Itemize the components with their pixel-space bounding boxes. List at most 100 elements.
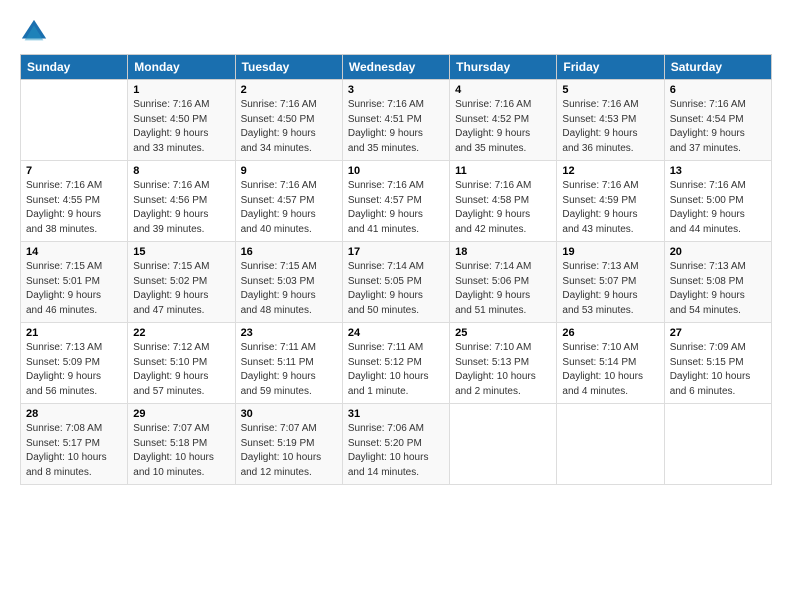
day-number: 16: [241, 246, 337, 258]
calendar-cell: 9 Sunrise: 7:16 AM Sunset: 4:57 PM Daylig…: [235, 161, 342, 242]
calendar-container: SundayMondayTuesdayWednesdayThursdayFrid…: [0, 0, 792, 495]
calendar-cell: 12 Sunrise: 7:16 AM Sunset: 4:59 PM Dayli…: [557, 161, 664, 242]
day-number: 14: [26, 246, 122, 258]
calendar-cell: 3 Sunrise: 7:16 AM Sunset: 4:51 PM Daylig…: [342, 80, 449, 161]
day-number: 21: [26, 327, 122, 339]
day-detail: Sunrise: 7:15 AM Sunset: 5:01 PM Dayligh…: [26, 260, 122, 318]
day-number: 11: [455, 165, 551, 177]
calendar-cell: 17Sunrise: 7:14 AM Sunset: 5:05 PM Dayli…: [342, 242, 449, 323]
day-number: 24: [348, 327, 444, 339]
week-row-3: 14 Sunrise: 7:15 AM Sunset: 5:01 PM Dayli…: [21, 242, 772, 323]
calendar-cell: 16Sunrise: 7:15 AM Sunset: 5:03 PM Dayli…: [235, 242, 342, 323]
day-detail: Sunrise: 7:12 AM Sunset: 5:10 PM Dayligh…: [133, 341, 229, 399]
day-number: 9: [241, 165, 337, 177]
day-number: 20: [670, 246, 766, 258]
calendar-cell: [21, 80, 128, 161]
day-number: 7: [26, 165, 122, 177]
day-number: 30: [241, 408, 337, 420]
day-detail: Sunrise: 7:16 AM Sunset: 4:57 PM Dayligh…: [348, 179, 444, 237]
day-number: 2: [241, 84, 337, 96]
column-header-monday: Monday: [128, 55, 235, 80]
calendar-cell: 10Sunrise: 7:16 AM Sunset: 4:57 PM Dayli…: [342, 161, 449, 242]
calendar-cell: 2Sunrise: 7:16 AM Sunset: 4:50 PM Daylig…: [235, 80, 342, 161]
calendar-cell: 11 Sunrise: 7:16 AM Sunset: 4:58 PM Dayli…: [450, 161, 557, 242]
calendar-cell: 18Sunrise: 7:14 AM Sunset: 5:06 PM Dayli…: [450, 242, 557, 323]
header: [20, 18, 772, 46]
day-number: 22: [133, 327, 229, 339]
week-row-4: 21Sunrise: 7:13 AM Sunset: 5:09 PM Dayli…: [21, 323, 772, 404]
column-header-saturday: Saturday: [664, 55, 771, 80]
day-detail: Sunrise: 7:16 AM Sunset: 4:50 PM Dayligh…: [133, 98, 229, 156]
logo: [20, 18, 52, 46]
day-number: 25: [455, 327, 551, 339]
calendar-cell: [450, 404, 557, 485]
column-header-friday: Friday: [557, 55, 664, 80]
calendar-cell: 23 Sunrise: 7:11 AM Sunset: 5:11 PM Dayli…: [235, 323, 342, 404]
week-row-5: 28Sunrise: 7:08 AM Sunset: 5:17 PM Dayli…: [21, 404, 772, 485]
calendar-cell: [664, 404, 771, 485]
calendar-body: 1Sunrise: 7:16 AM Sunset: 4:50 PM Daylig…: [21, 80, 772, 485]
calendar-cell: 15 Sunrise: 7:15 AM Sunset: 5:02 PM Dayli…: [128, 242, 235, 323]
day-detail: Sunrise: 7:13 AM Sunset: 5:08 PM Dayligh…: [670, 260, 766, 318]
day-number: 6: [670, 84, 766, 96]
day-detail: Sunrise: 7:09 AM Sunset: 5:15 PM Dayligh…: [670, 341, 766, 399]
day-detail: Sunrise: 7:16 AM Sunset: 4:56 PM Dayligh…: [133, 179, 229, 237]
calendar-cell: 25 Sunrise: 7:10 AM Sunset: 5:13 PM Dayli…: [450, 323, 557, 404]
calendar-cell: 20 Sunrise: 7:13 AM Sunset: 5:08 PM Dayli…: [664, 242, 771, 323]
day-detail: Sunrise: 7:16 AM Sunset: 4:55 PM Dayligh…: [26, 179, 122, 237]
day-detail: Sunrise: 7:10 AM Sunset: 5:13 PM Dayligh…: [455, 341, 551, 399]
day-detail: Sunrise: 7:10 AM Sunset: 5:14 PM Dayligh…: [562, 341, 658, 399]
day-number: 18: [455, 246, 551, 258]
calendar-cell: 24 Sunrise: 7:11 AM Sunset: 5:12 PM Dayli…: [342, 323, 449, 404]
calendar-cell: 5 Sunrise: 7:16 AM Sunset: 4:53 PM Daylig…: [557, 80, 664, 161]
day-number: 23: [241, 327, 337, 339]
week-row-1: 1Sunrise: 7:16 AM Sunset: 4:50 PM Daylig…: [21, 80, 772, 161]
day-number: 31: [348, 408, 444, 420]
calendar-cell: 13Sunrise: 7:16 AM Sunset: 5:00 PM Dayli…: [664, 161, 771, 242]
day-detail: Sunrise: 7:16 AM Sunset: 4:53 PM Dayligh…: [562, 98, 658, 156]
column-header-sunday: Sunday: [21, 55, 128, 80]
day-number: 12: [562, 165, 658, 177]
day-number: 29: [133, 408, 229, 420]
calendar-cell: 14 Sunrise: 7:15 AM Sunset: 5:01 PM Dayli…: [21, 242, 128, 323]
day-detail: Sunrise: 7:11 AM Sunset: 5:11 PM Dayligh…: [241, 341, 337, 399]
day-number: 8: [133, 165, 229, 177]
column-header-thursday: Thursday: [450, 55, 557, 80]
week-row-2: 7 Sunrise: 7:16 AM Sunset: 4:55 PM Daylig…: [21, 161, 772, 242]
column-header-tuesday: Tuesday: [235, 55, 342, 80]
calendar-cell: 8 Sunrise: 7:16 AM Sunset: 4:56 PM Daylig…: [128, 161, 235, 242]
calendar-cell: 30 Sunrise: 7:07 AM Sunset: 5:19 PM Dayli…: [235, 404, 342, 485]
calendar-cell: 21Sunrise: 7:13 AM Sunset: 5:09 PM Dayli…: [21, 323, 128, 404]
calendar-cell: 22 Sunrise: 7:12 AM Sunset: 5:10 PM Dayli…: [128, 323, 235, 404]
calendar-cell: 4Sunrise: 7:16 AM Sunset: 4:52 PM Daylig…: [450, 80, 557, 161]
day-detail: Sunrise: 7:06 AM Sunset: 5:20 PM Dayligh…: [348, 422, 444, 480]
day-detail: Sunrise: 7:14 AM Sunset: 5:05 PM Dayligh…: [348, 260, 444, 318]
calendar-cell: 26Sunrise: 7:10 AM Sunset: 5:14 PM Dayli…: [557, 323, 664, 404]
day-detail: Sunrise: 7:07 AM Sunset: 5:19 PM Dayligh…: [241, 422, 337, 480]
day-detail: Sunrise: 7:16 AM Sunset: 4:51 PM Dayligh…: [348, 98, 444, 156]
day-number: 3: [348, 84, 444, 96]
day-detail: Sunrise: 7:15 AM Sunset: 5:02 PM Dayligh…: [133, 260, 229, 318]
day-detail: Sunrise: 7:13 AM Sunset: 5:07 PM Dayligh…: [562, 260, 658, 318]
day-detail: Sunrise: 7:16 AM Sunset: 4:59 PM Dayligh…: [562, 179, 658, 237]
day-number: 15: [133, 246, 229, 258]
calendar-table: SundayMondayTuesdayWednesdayThursdayFrid…: [20, 54, 772, 485]
column-header-wednesday: Wednesday: [342, 55, 449, 80]
day-detail: Sunrise: 7:16 AM Sunset: 4:58 PM Dayligh…: [455, 179, 551, 237]
day-detail: Sunrise: 7:16 AM Sunset: 4:57 PM Dayligh…: [241, 179, 337, 237]
calendar-cell: 19 Sunrise: 7:13 AM Sunset: 5:07 PM Dayli…: [557, 242, 664, 323]
calendar-cell: 31 Sunrise: 7:06 AM Sunset: 5:20 PM Dayli…: [342, 404, 449, 485]
day-number: 5: [562, 84, 658, 96]
day-detail: Sunrise: 7:16 AM Sunset: 4:54 PM Dayligh…: [670, 98, 766, 156]
calendar-cell: 6 Sunrise: 7:16 AM Sunset: 4:54 PM Daylig…: [664, 80, 771, 161]
calendar-cell: 1Sunrise: 7:16 AM Sunset: 4:50 PM Daylig…: [128, 80, 235, 161]
logo-icon: [20, 18, 48, 46]
day-number: 4: [455, 84, 551, 96]
day-number: 13: [670, 165, 766, 177]
calendar-cell: 7 Sunrise: 7:16 AM Sunset: 4:55 PM Daylig…: [21, 161, 128, 242]
calendar-cell: [557, 404, 664, 485]
day-detail: Sunrise: 7:08 AM Sunset: 5:17 PM Dayligh…: [26, 422, 122, 480]
calendar-cell: 28Sunrise: 7:08 AM Sunset: 5:17 PM Dayli…: [21, 404, 128, 485]
day-number: 19: [562, 246, 658, 258]
day-detail: Sunrise: 7:11 AM Sunset: 5:12 PM Dayligh…: [348, 341, 444, 399]
